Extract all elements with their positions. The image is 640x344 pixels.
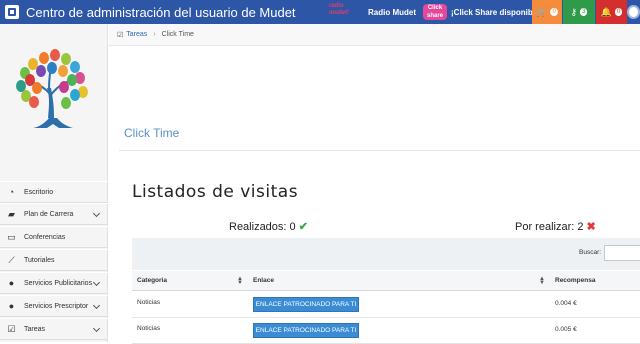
key-icon: ⚷: [570, 6, 578, 17]
sidebar-item-tareas[interactable]: ☑ Tareas: [0, 318, 108, 340]
search-label: Buscar:: [579, 249, 602, 256]
pending-status: Por realizar: 2 ✖: [515, 220, 596, 233]
category-cell: Noticias: [137, 325, 161, 332]
completed-label: Realizados: 0: [229, 221, 296, 233]
cross-icon: ✖: [586, 221, 596, 233]
sidebar-item-label: Plan de Carrera: [24, 210, 74, 218]
sidebar-item-label: Servicios Publicitarios: [24, 279, 93, 287]
sidebar-item-label: Tutoriales: [24, 256, 55, 264]
checkbox-icon: ☑: [7, 323, 16, 334]
monitor-icon: ▭: [7, 231, 16, 242]
cart-count: 0: [550, 8, 558, 16]
app-title: Centro de administración del usuario de …: [26, 4, 296, 20]
notifications-button[interactable]: 🔔 0: [596, 0, 627, 24]
table-row: Noticias ENLACE PATROCINADO PARA TI 0.00…: [132, 318, 640, 344]
keys-button[interactable]: ⚷ 3: [563, 0, 595, 24]
keys-count: 3: [580, 8, 588, 16]
chevron-down-icon: [92, 301, 101, 310]
checkmark-icon: ✔: [298, 221, 308, 233]
breadcrumb-current: Click Time: [161, 31, 194, 38]
user-avatar-button[interactable]: [627, 0, 640, 24]
brand-icon: [5, 5, 19, 19]
pending-label: Por realizar: 2: [515, 221, 584, 233]
briefcase-icon: ▰: [8, 208, 15, 219]
click-share-link[interactable]: Click share ¡Click Share disponible!: [423, 3, 542, 21]
sort-icon: ▲ ▼: [539, 276, 545, 286]
completed-status: Realizados: 0 ✔: [229, 220, 308, 233]
sidebar-item-label: Tareas: [24, 325, 46, 333]
table-toolbar: [132, 238, 640, 270]
avatar-icon: [627, 5, 640, 19]
reward-cell: 0.004 €: [555, 300, 577, 307]
search-input[interactable]: [604, 245, 640, 261]
sidebar-item-label: Servicios Prescriptor: [24, 302, 89, 310]
sidebar-item-label: Conferencias: [24, 233, 66, 241]
reward-cell: 0.005 €: [555, 326, 577, 333]
column-header-recompensa[interactable]: Recompensa: [550, 271, 640, 291]
sidebar-item-label: Escritorio: [24, 188, 54, 196]
sidebar-item-servicios-publicitarios[interactable]: ● Servicios Publicitarios: [0, 272, 108, 294]
radio-mudet-link[interactable]: radio mudet! Radio Mudet: [329, 3, 416, 21]
sidebar-item-conferencias[interactable]: ▭ Conferencias: [0, 226, 108, 248]
chevron-down-icon: [92, 209, 101, 218]
sort-icon: ▲ ▼: [237, 276, 243, 286]
click-share-logo: Click share: [423, 4, 447, 20]
column-header-categoria[interactable]: Categoria ▲ ▼: [132, 271, 248, 291]
title-divider: [119, 150, 640, 151]
chevron-down-icon: [92, 324, 101, 333]
sidebar-item-servicios-prescriptor[interactable]: ● Servicios Prescriptor: [0, 295, 108, 317]
sponsored-link-button[interactable]: ENLACE PATROCINADO PARA TI: [253, 323, 359, 338]
chevron-down-icon: [92, 278, 101, 287]
click-share-label: ¡Click Share disponible!: [451, 7, 543, 17]
notifications-count: 0: [614, 8, 623, 16]
bell-icon: 🔔: [600, 6, 612, 17]
table-row: Noticias ENLACE PATROCINADO PARA TI 0.00…: [132, 292, 640, 318]
breadcrumb: ☑ Tareas › Click Time: [109, 24, 640, 46]
sidebar-item-escritorio[interactable]: ◔ Escritorio: [0, 181, 108, 203]
breadcrumb-link-tareas[interactable]: Tareas: [126, 31, 147, 38]
coins-icon: ●: [8, 301, 15, 311]
wand-icon: ⟋: [8, 254, 15, 265]
radio-mudet-label: Radio Mudet: [368, 7, 416, 17]
page-title: Click Time: [124, 126, 180, 140]
sidebar-item-plan-de-carrera[interactable]: ▰ Plan de Carrera: [0, 203, 108, 225]
cart-icon: 🛒: [536, 6, 548, 17]
section-title: Listados de visitas: [132, 182, 299, 202]
app-brand[interactable]: Centro de administración del usuario de …: [0, 0, 296, 24]
coins-icon: ●: [8, 278, 15, 288]
radio-mudet-logo: radio mudet!: [329, 3, 349, 16]
sidebar-item-tutoriales[interactable]: ⟋ Tutoriales: [0, 249, 108, 271]
mudet-tree-logo: [0, 24, 108, 155]
column-header-enlace[interactable]: Enlace ▲ ▼: [248, 271, 550, 291]
breadcrumb-separator: ›: [153, 31, 156, 38]
category-cell: Noticias: [137, 299, 161, 306]
sponsored-link-button[interactable]: ENLACE PATROCINADO PARA TI: [253, 297, 359, 312]
checkbox-icon: ☑: [117, 31, 124, 39]
dashboard-icon: ◔: [8, 187, 15, 197]
top-navigation-bar: Centro de administración del usuario de …: [0, 0, 640, 24]
cart-button[interactable]: 🛒 0: [532, 0, 562, 24]
